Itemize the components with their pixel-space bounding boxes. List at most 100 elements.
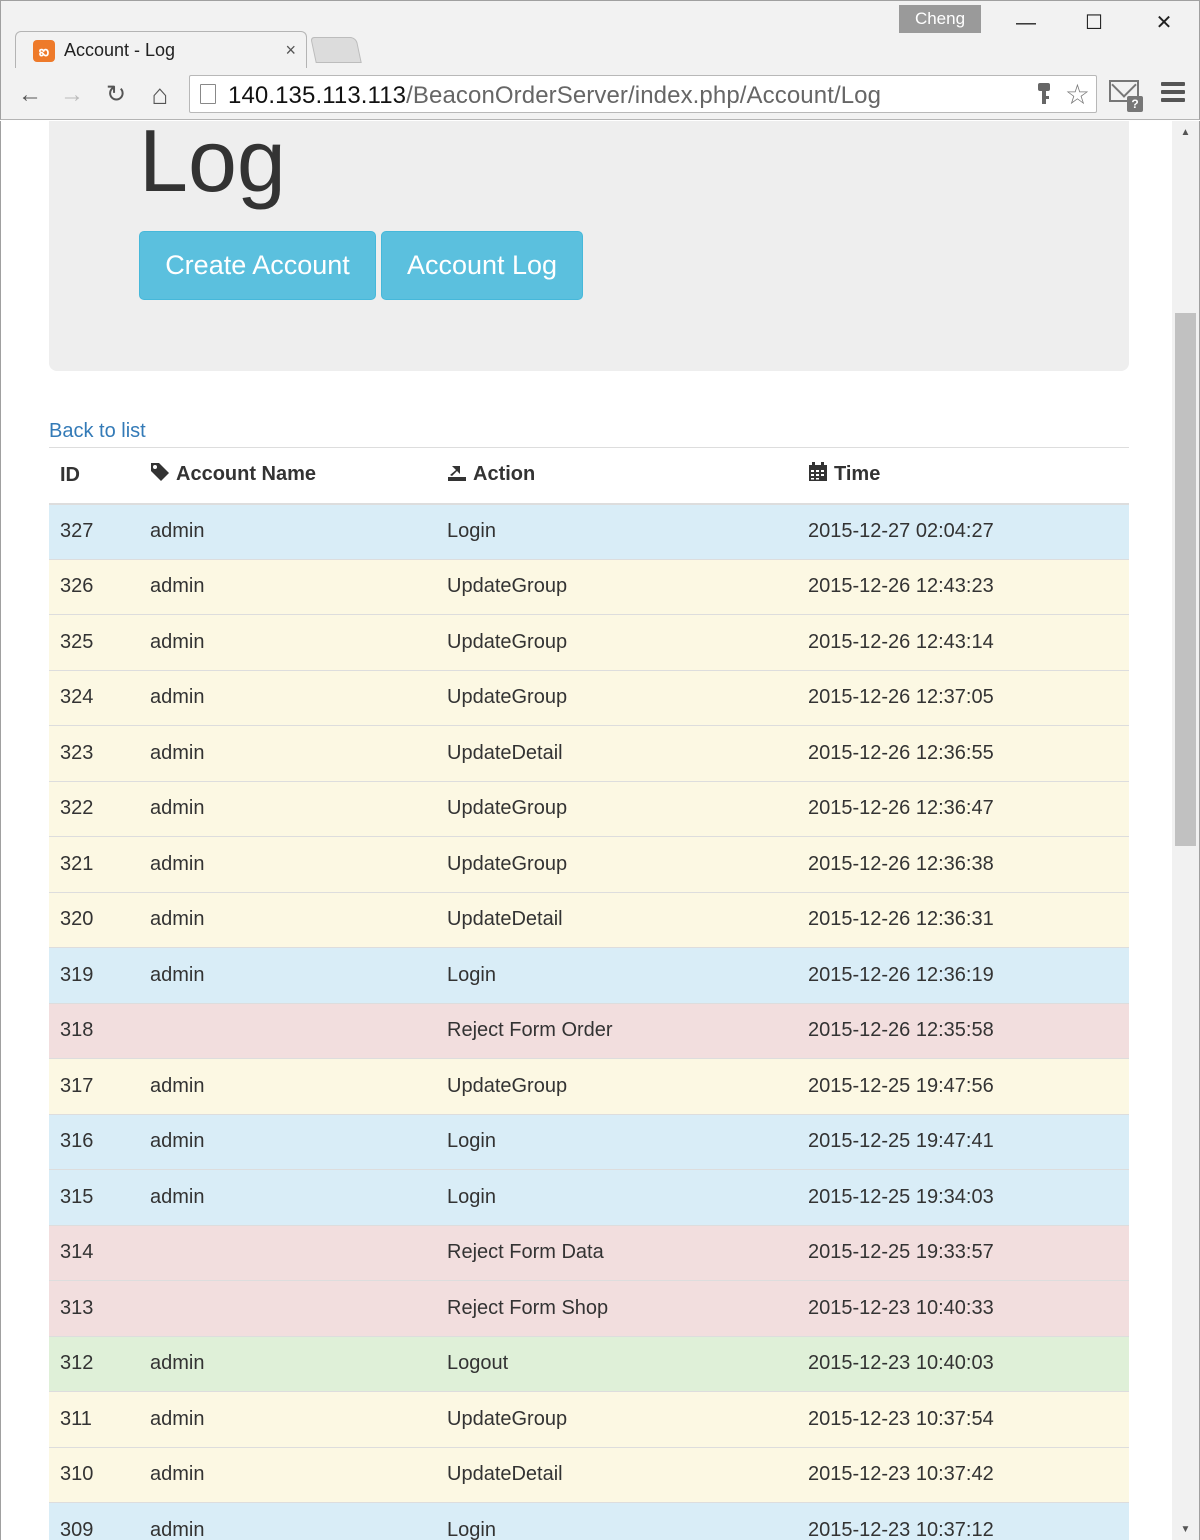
table-row: 310 admin UpdateDetail 2015-12-23 10:37:42 bbox=[49, 1446, 1129, 1503]
cell-action: UpdateGroup bbox=[436, 1391, 797, 1447]
table-row: 317 admin UpdateGroup 2015-12-25 19:47:56 bbox=[49, 1058, 1129, 1114]
cell-id: 314 bbox=[49, 1224, 139, 1281]
forward-arrow-icon[interactable]: → bbox=[57, 80, 87, 110]
table-row: 312 admin Logout 2015-12-23 10:40:03 bbox=[49, 1335, 1129, 1392]
cell-action: UpdateGroup bbox=[436, 614, 797, 670]
table-row: 321 admin UpdateGroup 2015-12-26 12:36:38 bbox=[49, 836, 1129, 892]
new-tab-button[interactable] bbox=[310, 37, 362, 63]
cell-time: 2015-12-23 10:40:33 bbox=[797, 1280, 1129, 1336]
maximize-icon[interactable]: ☐ bbox=[1071, 5, 1117, 41]
cell-action: Login bbox=[436, 947, 797, 1003]
scroll-down-arrow-icon[interactable]: ▼ bbox=[1172, 1520, 1199, 1540]
page-viewport: Log Create Account Account Log Back to l… bbox=[0, 121, 1172, 1540]
address-bar[interactable]: 140.135.113.113/BeaconOrderServer/index.… bbox=[189, 75, 1097, 113]
tab-close-icon[interactable]: × bbox=[285, 40, 296, 61]
create-account-button[interactable]: Create Account bbox=[139, 231, 376, 300]
cell-account-name: admin bbox=[139, 947, 436, 1003]
header-id-label: ID bbox=[60, 463, 80, 486]
cell-id: 317 bbox=[49, 1058, 139, 1114]
cell-time: 2015-12-25 19:47:41 bbox=[797, 1113, 1129, 1170]
cell-time: 2015-12-25 19:47:56 bbox=[797, 1058, 1129, 1114]
reload-icon[interactable]: ↻ bbox=[101, 80, 131, 110]
cell-time: 2015-12-23 10:40:03 bbox=[797, 1335, 1129, 1392]
cell-id: 311 bbox=[49, 1391, 139, 1447]
table-row: 320 admin UpdateDetail 2015-12-26 12:36:31 bbox=[49, 891, 1129, 948]
column-header-account-name: Account Name bbox=[139, 447, 436, 505]
table-row: 327 admin Login 2015-12-27 02:04:27 bbox=[49, 503, 1129, 559]
cell-time: 2015-12-23 10:37:42 bbox=[797, 1446, 1129, 1503]
table-row: 323 admin UpdateDetail 2015-12-26 12:36:55 bbox=[49, 725, 1129, 781]
cell-id: 322 bbox=[49, 780, 139, 837]
vertical-scrollbar[interactable]: ▲ ▼ bbox=[1172, 121, 1200, 1540]
table-row: 311 admin UpdateGroup 2015-12-23 10:37:54 bbox=[49, 1391, 1129, 1447]
page-title: Log bbox=[139, 121, 286, 210]
cell-time: 2015-12-25 19:33:57 bbox=[797, 1224, 1129, 1281]
table-header-row: ID Account Name Action Time bbox=[49, 447, 1129, 505]
profile-button[interactable]: Cheng bbox=[899, 5, 981, 33]
cell-id: 320 bbox=[49, 891, 139, 948]
key-icon[interactable] bbox=[1036, 82, 1052, 112]
log-table: ID Account Name Action Time 327 admin Logi… bbox=[49, 447, 1129, 1540]
cell-account-name: admin bbox=[139, 614, 436, 670]
cell-action: UpdateDetail bbox=[436, 1446, 797, 1503]
cell-account-name: admin bbox=[139, 1446, 436, 1503]
table-row: 309 admin Login 2015-12-23 10:37:12 bbox=[49, 1502, 1129, 1540]
cell-action: Reject Form Data bbox=[436, 1224, 797, 1281]
table-row: 318 Reject Form Order 2015-12-26 12:35:58 bbox=[49, 1002, 1129, 1059]
cell-id: 309 bbox=[49, 1502, 139, 1540]
cell-id: 321 bbox=[49, 836, 139, 892]
cell-id: 310 bbox=[49, 1446, 139, 1503]
table-row: 314 Reject Form Data 2015-12-25 19:33:57 bbox=[49, 1224, 1129, 1281]
mail-checker-icon[interactable]: ? bbox=[1109, 80, 1143, 112]
header-time-label: Time bbox=[834, 463, 881, 486]
tab-title: Account - Log bbox=[64, 40, 176, 60]
close-window-icon[interactable]: ✕ bbox=[1141, 5, 1187, 41]
home-icon[interactable]: ⌂ bbox=[145, 80, 175, 110]
cell-time: 2015-12-23 10:37:54 bbox=[797, 1391, 1129, 1447]
cell-account-name: admin bbox=[139, 725, 436, 781]
cell-id: 318 bbox=[49, 1002, 139, 1059]
cell-time: 2015-12-26 12:36:19 bbox=[797, 947, 1129, 1003]
cell-action: Logout bbox=[436, 1335, 797, 1392]
cell-action: UpdateDetail bbox=[436, 891, 797, 948]
header-action-label: Action bbox=[473, 463, 536, 486]
cell-account-name: admin bbox=[139, 1391, 436, 1447]
table-row: 313 Reject Form Shop 2015-12-23 10:40:33 bbox=[49, 1280, 1129, 1336]
cell-action: Login bbox=[436, 1113, 797, 1170]
url-host: 140.135.113.113 bbox=[228, 82, 407, 109]
table-row: 326 admin UpdateGroup 2015-12-26 12:43:23 bbox=[49, 558, 1129, 615]
cell-id: 313 bbox=[49, 1280, 139, 1336]
calendar-icon bbox=[808, 462, 828, 488]
cell-time: 2015-12-26 12:36:55 bbox=[797, 725, 1129, 781]
cell-action: UpdateGroup bbox=[436, 836, 797, 892]
bookmark-star-icon[interactable]: ☆ bbox=[1065, 78, 1090, 111]
url-path: /BeaconOrderServer/index.php/Account/Log bbox=[406, 82, 882, 109]
cell-account-name: admin bbox=[139, 891, 436, 948]
minimize-icon[interactable]: — bbox=[1003, 5, 1049, 41]
scrollbar-thumb[interactable] bbox=[1175, 313, 1196, 846]
cell-account-name: admin bbox=[139, 1113, 436, 1170]
table-row: 315 admin Login 2015-12-25 19:34:03 bbox=[49, 1169, 1129, 1225]
cell-action: Login bbox=[436, 1502, 797, 1540]
table-row: 319 admin Login 2015-12-26 12:36:19 bbox=[49, 947, 1129, 1003]
cell-time: 2015-12-26 12:43:23 bbox=[797, 558, 1129, 615]
cell-action: UpdateGroup bbox=[436, 558, 797, 615]
jumbotron: Log Create Account Account Log bbox=[49, 121, 1129, 371]
menu-icon[interactable] bbox=[1161, 82, 1185, 106]
cell-account-name: admin bbox=[139, 836, 436, 892]
xampp-favicon-icon: ఐ bbox=[33, 40, 55, 62]
back-to-list-link[interactable]: Back to list bbox=[49, 420, 146, 443]
cell-account-name: admin bbox=[139, 558, 436, 615]
tag-icon bbox=[150, 462, 170, 488]
table-row: 316 admin Login 2015-12-25 19:47:41 bbox=[49, 1113, 1129, 1170]
url-text[interactable]: 140.135.113.113/BeaconOrderServer/index.… bbox=[228, 82, 881, 110]
cell-account-name bbox=[139, 1224, 436, 1281]
cell-id: 327 bbox=[49, 503, 139, 559]
account-log-button[interactable]: Account Log bbox=[381, 231, 583, 300]
cell-account-name: admin bbox=[139, 780, 436, 837]
cell-id: 316 bbox=[49, 1113, 139, 1170]
browser-tab[interactable]: ఐ Account - Log × bbox=[15, 31, 307, 69]
back-arrow-icon[interactable]: ← bbox=[15, 80, 45, 110]
scroll-up-arrow-icon[interactable]: ▲ bbox=[1172, 123, 1199, 143]
cell-time: 2015-12-27 02:04:27 bbox=[797, 503, 1129, 559]
